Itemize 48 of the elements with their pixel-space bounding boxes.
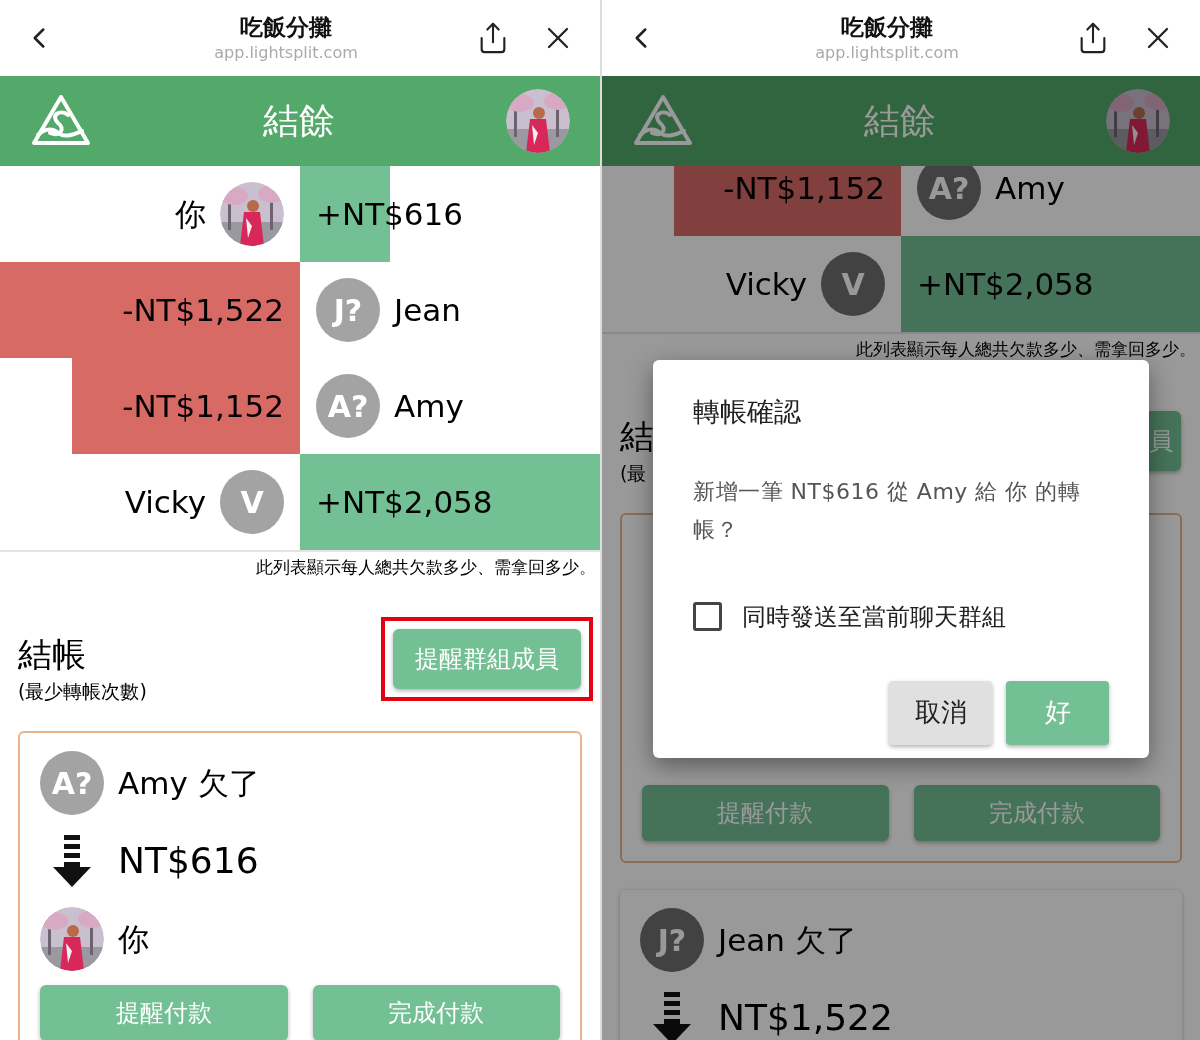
initials-avatar: A?	[40, 751, 104, 815]
initials-avatar: J?	[640, 908, 704, 972]
action-button[interactable]: 提醒付款	[40, 985, 288, 1040]
debtor-label: Jean 欠了	[718, 920, 857, 960]
debtor-label: Amy 欠了	[118, 763, 260, 803]
dialog-button[interactable]: 好	[1006, 680, 1109, 745]
checkbox[interactable]	[693, 602, 722, 631]
balance-amount: -NT$1,522	[122, 290, 284, 330]
section-title: 結帳	[18, 632, 87, 675]
initials-avatar: V	[220, 470, 284, 534]
section-title: 結	[620, 414, 654, 457]
down-arrow-icon	[53, 835, 91, 887]
action-button[interactable]: 完成付款	[913, 785, 1160, 841]
checkbox-label: 同時發送至當前聊天群組	[742, 601, 1006, 633]
header-title: 結餘	[263, 99, 335, 143]
browser-url: app.lightsplit.com	[815, 42, 959, 64]
dialog-button[interactable]: 取消	[889, 680, 992, 745]
balance-amount: +NT$2,058	[316, 482, 493, 522]
balance-amount: +NT$2,058	[917, 264, 1094, 304]
initials-avatar: V	[821, 252, 885, 316]
action-button[interactable]: 提醒付款	[642, 785, 889, 841]
browser-title: 吃飯分攤	[240, 13, 332, 42]
browser-title: 吃飯分攤	[841, 13, 933, 42]
person-name: Vicky	[124, 482, 206, 522]
person-name: Amy	[995, 168, 1065, 208]
creditor-label: 你	[118, 919, 149, 959]
debt-amount: NT$1,522	[718, 996, 893, 1040]
person-name: 你	[175, 194, 206, 234]
section-subtitle: (最少轉帳次數)	[18, 678, 147, 704]
action-button[interactable]: 完成付款	[312, 985, 560, 1040]
header-title: 結餘	[864, 99, 936, 143]
dialog-message: 新增一筆 NT$616 從 Amy 給 你 的轉帳？	[693, 477, 1082, 544]
browser-url: app.lightsplit.com	[214, 42, 358, 64]
dialog-title: 轉帳確認	[693, 395, 802, 429]
balance-note: 此列表顯示每人總共欠款多少、需拿回多少。	[856, 338, 1196, 361]
balance-amount: -NT$1,152	[122, 386, 284, 426]
initials-avatar: A?	[316, 374, 380, 438]
section-subtitle: (最	[620, 460, 648, 486]
down-arrow-icon	[653, 992, 691, 1040]
initials-avatar: J?	[316, 278, 380, 342]
action-button[interactable]: 提醒群組成員	[393, 628, 581, 689]
balance-amount: -NT$1,152	[723, 168, 885, 208]
person-name: Vicky	[725, 264, 807, 304]
person-name: Jean	[394, 290, 461, 330]
person-name: Amy	[394, 386, 464, 426]
balance-amount: +NT$616	[316, 194, 463, 234]
balance-note: 此列表顯示每人總共欠款多少、需拿回多少。	[256, 556, 596, 579]
debt-amount: NT$616	[118, 839, 259, 883]
